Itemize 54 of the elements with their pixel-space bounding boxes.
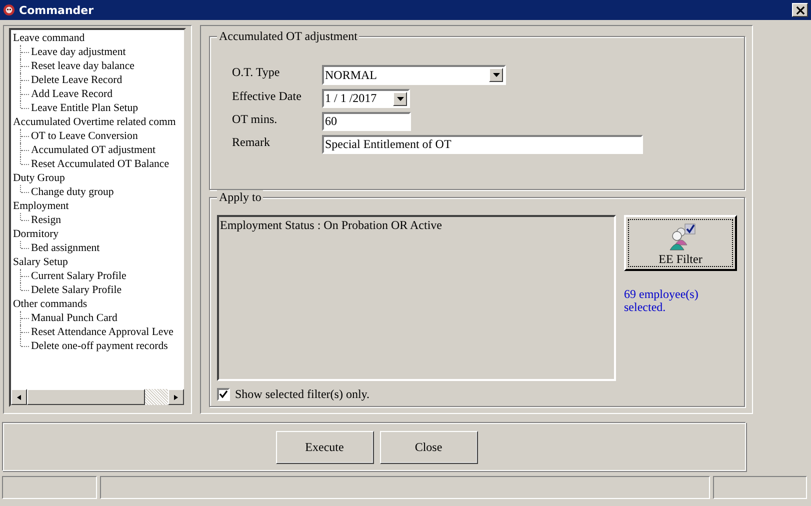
- group-title: Apply to: [217, 190, 264, 205]
- caret-icon: [492, 73, 500, 77]
- horizontal-scrollbar[interactable]: [11, 389, 184, 405]
- tree-item[interactable]: Add Leave Record: [31, 87, 113, 101]
- tree-item[interactable]: Other commands: [13, 297, 184, 311]
- date-picker[interactable]: 1 / 1 /2017: [322, 89, 410, 108]
- dropdown-arrow-button[interactable]: [393, 92, 407, 106]
- close-button[interactable]: [792, 3, 808, 17]
- tree-item[interactable]: Current Salary Profile: [31, 269, 126, 283]
- scroll-left-button[interactable]: [11, 389, 27, 405]
- right-arrow-icon: [174, 394, 178, 400]
- tree-item[interactable]: Reset Attendance Approval Leve: [31, 325, 174, 339]
- dropdown[interactable]: NORMAL: [322, 65, 506, 85]
- tree-item[interactable]: Duty Group: [13, 171, 184, 185]
- tree-item[interactable]: Delete one-off payment records: [31, 339, 168, 353]
- input-field[interactable]: Special Entitlement of OT: [322, 135, 643, 154]
- checkbox-label: Show selected filter(s) only.: [235, 387, 370, 402]
- tree-item[interactable]: Delete Salary Profile: [31, 283, 122, 297]
- field-label: Effective Date: [232, 89, 302, 103]
- push-button[interactable]: Close: [380, 431, 478, 464]
- tree-item[interactable]: Leave Entitle Plan Setup: [31, 101, 138, 115]
- field-label: O.T. Type: [232, 65, 281, 79]
- tree-item[interactable]: Reset Accumulated OT Balance: [31, 157, 170, 171]
- field-label: OT mins.: [232, 112, 278, 126]
- tree-item[interactable]: Reset leave day balance: [31, 59, 134, 73]
- window-title: Commander: [19, 4, 95, 16]
- group-title: Accumulated OT adjustment: [217, 29, 360, 44]
- dropdown-arrow-button[interactable]: [489, 68, 503, 82]
- tree-item[interactable]: Leave day adjustment: [31, 45, 126, 59]
- app-icon: [3, 4, 15, 16]
- selection-count: 69 employee(s) selected.: [624, 288, 700, 314]
- field-label: Remark: [232, 135, 271, 149]
- tree-item[interactable]: OT to Leave Conversion: [31, 129, 138, 143]
- tree-item[interactable]: Resign: [31, 213, 61, 227]
- tree-item[interactable]: Change duty group: [31, 185, 114, 199]
- tree-item[interactable]: Employment: [13, 199, 184, 213]
- close-icon: [796, 6, 804, 14]
- tree-item[interactable]: Bed assignment: [31, 241, 100, 255]
- filter-text: Employment Status : On Probation OR Active: [220, 218, 442, 232]
- tree-item[interactable]: Salary Setup: [13, 255, 184, 269]
- filter-button[interactable]: EE Filter: [624, 215, 737, 271]
- push-button[interactable]: Execute: [276, 431, 374, 464]
- checkbox[interactable]: [217, 388, 230, 401]
- scroll-thumb[interactable]: [27, 389, 145, 405]
- tree-item[interactable]: Dormitory: [13, 227, 184, 241]
- tree-item[interactable]: Accumulated Overtime related comm: [13, 115, 184, 129]
- input-field[interactable]: 60: [322, 112, 411, 131]
- scroll-right-button[interactable]: [168, 389, 184, 405]
- caret-icon: [396, 96, 404, 100]
- tree-item[interactable]: Accumulated OT adjustment: [31, 143, 156, 157]
- left-arrow-icon: [17, 394, 21, 400]
- tree-item[interactable]: Manual Punch Card: [31, 311, 118, 325]
- tree-item[interactable]: Leave command: [13, 31, 184, 45]
- tree-item[interactable]: Delete Leave Record: [31, 73, 122, 87]
